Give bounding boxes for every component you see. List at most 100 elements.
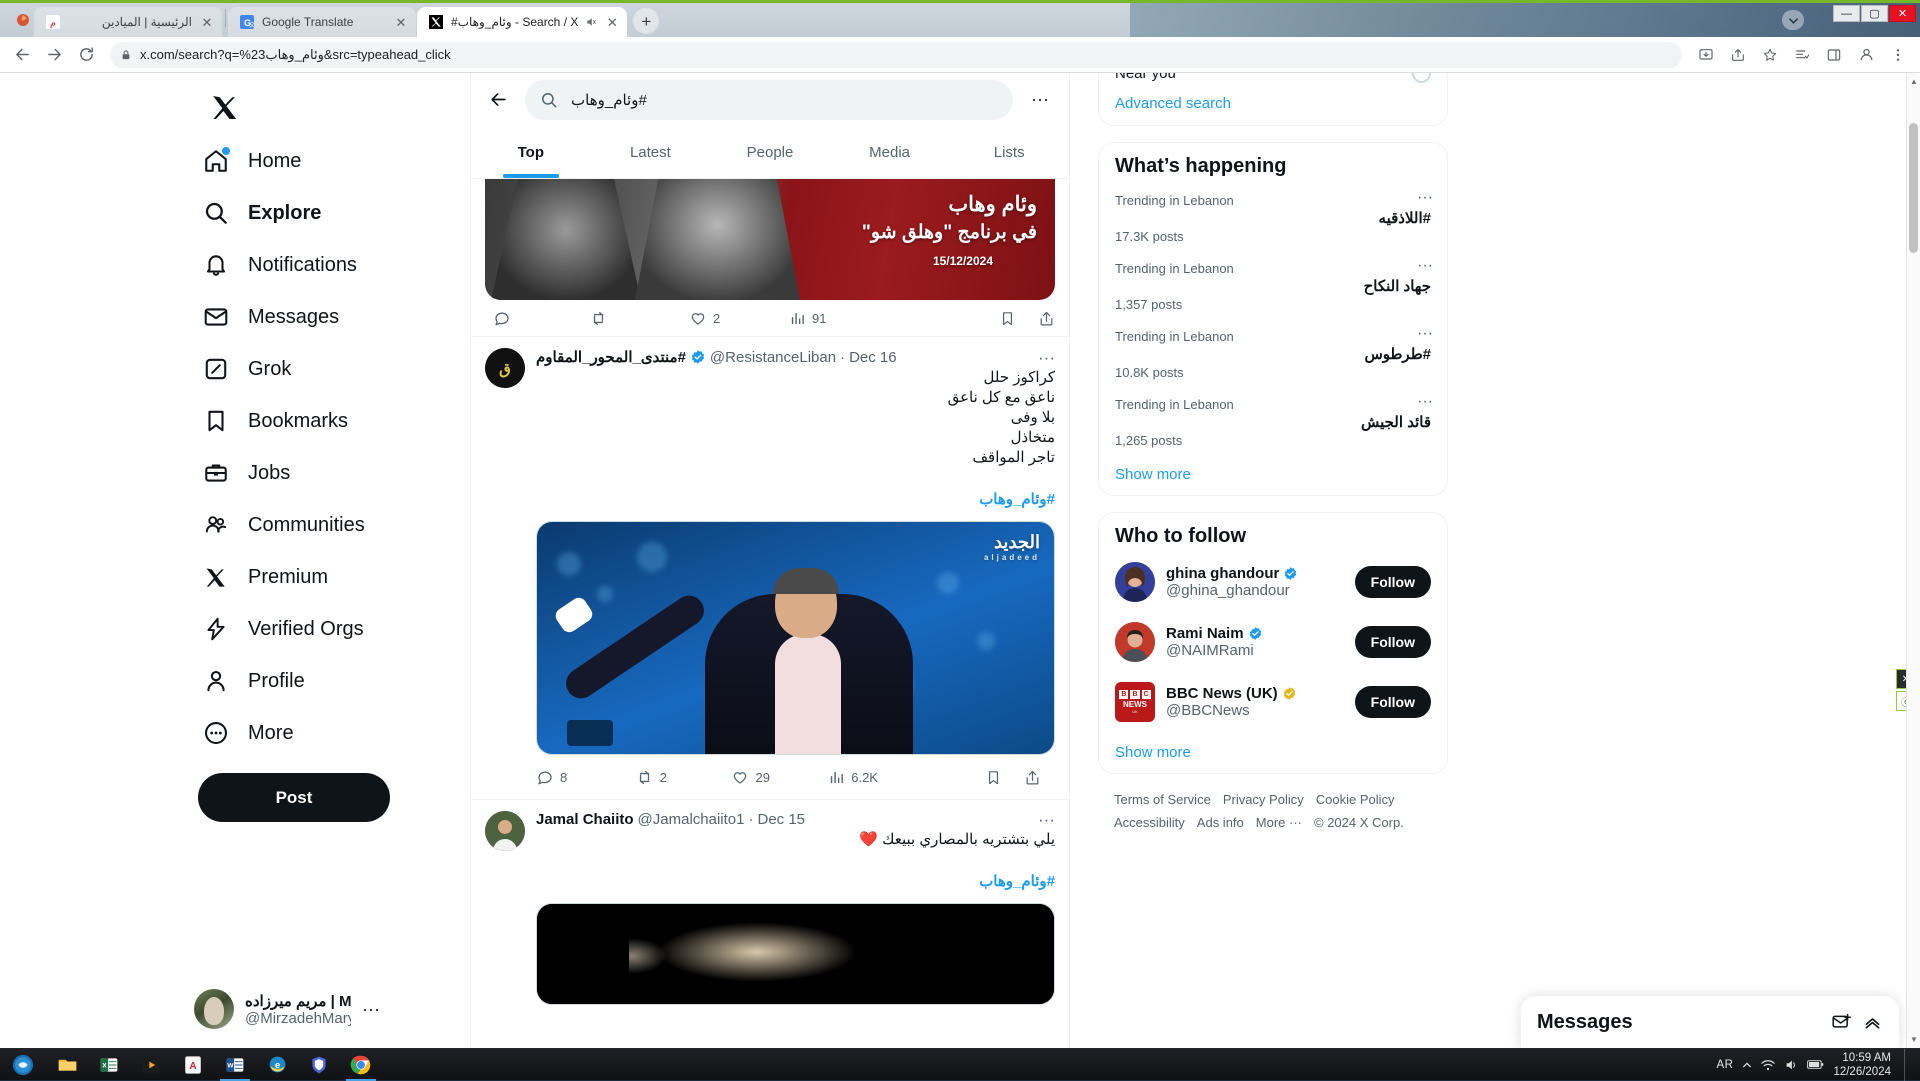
trend-item[interactable]: ··· Trending in Lebanon جهاد النكاح 1,35… [1099, 250, 1447, 318]
advanced-search-link[interactable]: Advanced search [1115, 95, 1231, 112]
sidebar-item-profile[interactable]: Profile [188, 655, 319, 707]
trend-item[interactable]: ··· Trending in Lebanon قائد الجيش 1,265… [1099, 386, 1447, 454]
trend-more-icon[interactable]: ··· [1417, 258, 1433, 274]
bookmark-icon[interactable] [985, 769, 1002, 786]
profile-avatar-icon[interactable] [1852, 41, 1880, 69]
footer-link-accessibility[interactable]: Accessibility [1114, 815, 1185, 830]
bbc-news-logo-icon[interactable]: BBC NEWS UK [1115, 682, 1155, 722]
sidebar-item-verified-orgs[interactable]: Verified Orgs [188, 603, 378, 655]
post-author-name[interactable]: Jamal Chaiito [536, 811, 634, 828]
tab-people[interactable]: People [710, 126, 830, 178]
trend-more-icon[interactable]: ··· [1417, 190, 1433, 206]
bookmark-icon[interactable] [999, 310, 1016, 327]
tab-search-chevron-icon[interactable] [1782, 10, 1804, 30]
near-you-radio[interactable] [1412, 73, 1431, 83]
post-media-video[interactable]: الجديدaljadeed [536, 521, 1055, 755]
tab-lists[interactable]: Lists [949, 126, 1069, 178]
sidebar-item-jobs[interactable]: Jobs [188, 447, 304, 499]
suggested-account-row[interactable]: Rami Naim @NAIMRami Follow [1099, 612, 1447, 672]
tab-media[interactable]: Media [830, 126, 950, 178]
footer-link-terms[interactable]: Terms of Service [1114, 792, 1211, 807]
page-scrollbar[interactable]: ▲ ▼ [1906, 73, 1920, 1048]
address-bar[interactable]: x.com/search?q=%23وئام_وهاب&src=typeahea… [110, 42, 1682, 68]
battery-icon[interactable] [1807, 1059, 1824, 1070]
start-icon[interactable] [0, 1049, 46, 1081]
tab-top[interactable]: Top [471, 126, 591, 178]
chevron-up-icon[interactable] [1742, 1060, 1752, 1070]
close-icon[interactable]: ✕ [393, 14, 409, 30]
messages-dock[interactable]: Messages [1520, 995, 1900, 1048]
maximize-button[interactable]: ▢ [1861, 5, 1888, 22]
post-author-handle[interactable]: @Jamalchaiito1 [638, 811, 745, 828]
volume-icon[interactable] [1784, 1058, 1798, 1072]
footer-link-ads-info[interactable]: Ads info [1197, 815, 1244, 830]
post-date[interactable]: Dec 16 [849, 349, 897, 366]
reply-button[interactable] [493, 309, 589, 327]
install-app-icon[interactable] [1692, 41, 1720, 69]
reading-list-icon[interactable] [1788, 41, 1816, 69]
share-icon[interactable] [1724, 41, 1752, 69]
repost-button[interactable] [589, 309, 689, 328]
show-desktop-button[interactable] [1904, 1049, 1912, 1081]
file-explorer-icon[interactable] [46, 1049, 88, 1081]
taskbar-clock[interactable]: 10:59 AM 12/26/2024 [1833, 1051, 1891, 1079]
post-date[interactable]: Dec 15 [757, 811, 805, 828]
side-panel-icon[interactable] [1820, 41, 1848, 69]
browser-tab-mayadeen[interactable]: م الرئيسية | الميادين ✕ [34, 7, 222, 37]
sidebar-item-explore[interactable]: Explore [188, 187, 335, 239]
post-media-video[interactable] [536, 903, 1055, 1005]
post-hashtag[interactable]: #وئام_وهاب [979, 873, 1055, 890]
post-button[interactable]: Post [198, 773, 390, 822]
post-image[interactable]: وئام وهاب في برنامج "وهلق شو" 15/12/2024 [485, 179, 1055, 300]
close-icon[interactable]: ✕ [604, 14, 620, 30]
suggested-account-row[interactable]: ghina ghandour @ghina_ghandour Follow [1099, 552, 1447, 612]
footer-link-cookie[interactable]: Cookie Policy [1316, 792, 1395, 807]
forward-button[interactable] [40, 41, 68, 69]
avatar[interactable] [1115, 562, 1155, 602]
sidebar-item-communities[interactable]: Communities [188, 499, 379, 551]
sidebar-item-messages[interactable]: Messages [188, 291, 353, 343]
post-more-icon[interactable]: ··· [1038, 349, 1055, 366]
search-settings-icon[interactable]: ··· [1023, 83, 1057, 117]
repost-button[interactable]: 2 [635, 768, 732, 787]
sidebar-item-grok[interactable]: Grok [188, 343, 305, 395]
footer-link-privacy[interactable]: Privacy Policy [1223, 792, 1304, 807]
post-hashtag[interactable]: #وئام_وهاب [979, 491, 1055, 508]
follow-button[interactable]: Follow [1355, 626, 1431, 658]
new-message-icon[interactable] [1831, 1012, 1852, 1033]
follow-button[interactable]: Follow [1355, 566, 1431, 598]
sidebar-item-home[interactable]: Home [188, 135, 315, 187]
media-player-icon[interactable] [130, 1049, 172, 1081]
x-logo-icon[interactable] [198, 81, 250, 133]
adobe-reader-icon[interactable]: A [172, 1049, 214, 1081]
video-controls[interactable] [567, 720, 613, 746]
tab-audio-muted-icon[interactable] [585, 16, 597, 28]
post-author-handle[interactable]: @ResistanceLiban [710, 349, 836, 366]
back-arrow-icon[interactable] [481, 83, 515, 117]
avatar[interactable]: ق [485, 348, 525, 388]
share-icon[interactable] [1024, 769, 1041, 786]
chrome-icon[interactable] [340, 1049, 382, 1081]
avatar[interactable] [1115, 622, 1155, 662]
follow-button[interactable]: Follow [1355, 686, 1431, 718]
avatar[interactable] [485, 811, 525, 851]
chevron-up-icon[interactable] [1862, 1012, 1883, 1033]
trend-more-icon[interactable]: ··· [1417, 326, 1433, 342]
brave-icon[interactable] [298, 1049, 340, 1081]
minimize-button[interactable]: — [1833, 5, 1860, 22]
word-icon[interactable]: W [214, 1049, 256, 1081]
trend-item[interactable]: ··· Trending in Lebanon #طرطوس 10.8K pos… [1099, 318, 1447, 386]
browser-tab-x-search[interactable]: #وئام_وهاب - Search / X ✕ [417, 7, 627, 37]
bookmark-star-icon[interactable] [1756, 41, 1784, 69]
chrome-menu-icon[interactable] [1884, 41, 1912, 69]
post-author-name[interactable]: #منتدى_المحور_المقاوم [536, 348, 686, 366]
tab-latest[interactable]: Latest [591, 126, 711, 178]
reply-button[interactable]: 8 [536, 768, 635, 786]
more-horizontal-icon[interactable]: ··· [362, 999, 380, 1020]
language-indicator[interactable]: AR [1716, 1059, 1733, 1071]
near-you-filter[interactable]: Near you [1115, 73, 1431, 95]
new-tab-button[interactable]: + [633, 8, 659, 34]
internet-explorer-icon[interactable]: e [256, 1049, 298, 1081]
back-button[interactable] [8, 41, 36, 69]
close-icon[interactable]: ✕ [199, 14, 215, 30]
